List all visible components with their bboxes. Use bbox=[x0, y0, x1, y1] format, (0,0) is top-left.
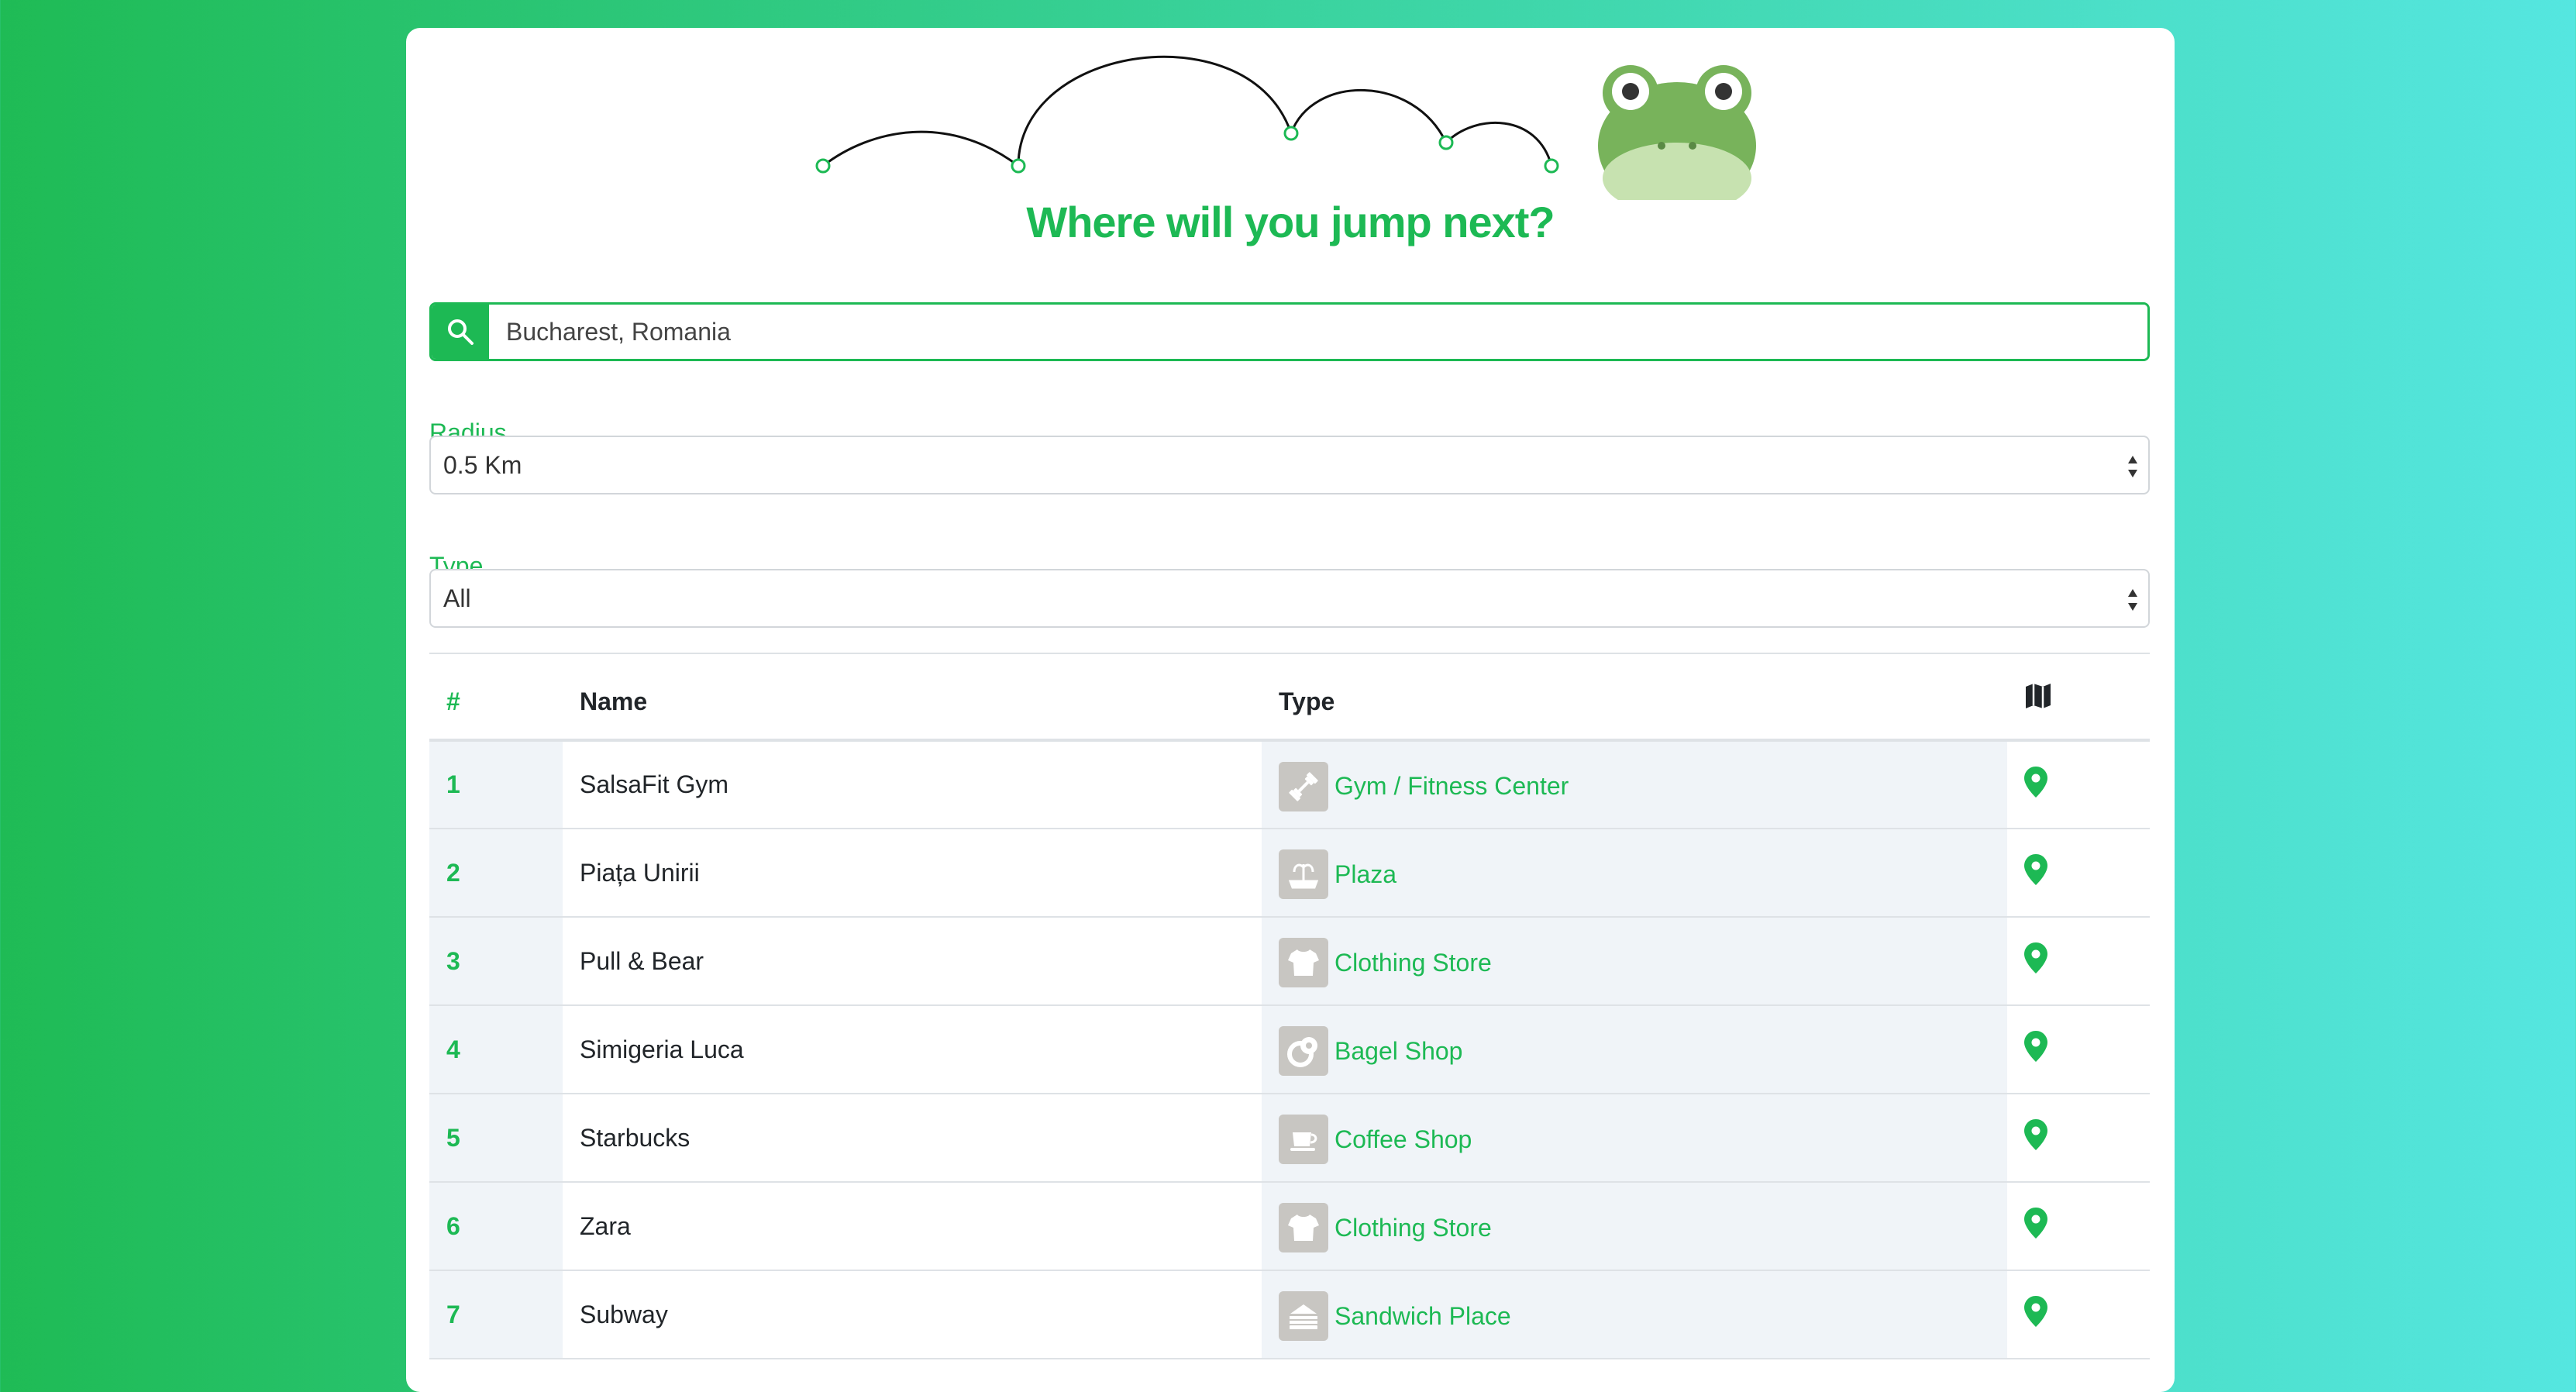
row-number: 1 bbox=[429, 740, 563, 829]
place-name: Starbucks bbox=[580, 1123, 690, 1152]
map-pin-icon[interactable] bbox=[2024, 1031, 2047, 1062]
place-type-cell: Clothing Store bbox=[1262, 917, 2007, 1005]
search-icon bbox=[448, 319, 474, 345]
place-type-cell: Bagel Shop bbox=[1262, 1005, 2007, 1094]
radius-select-value: 0.5 Km bbox=[443, 450, 522, 479]
place-name: Piața Unirii bbox=[580, 858, 700, 887]
shirt-icon bbox=[1279, 1203, 1328, 1252]
map-icon bbox=[2026, 684, 2051, 708]
row-number: 6 bbox=[429, 1182, 563, 1270]
place-type-link[interactable]: Gym / Fitness Center bbox=[1334, 772, 1569, 801]
map-cell bbox=[2007, 829, 2150, 917]
bagel-icon bbox=[1279, 1026, 1328, 1076]
place-name: Pull & Bear bbox=[580, 946, 704, 975]
shirt-icon bbox=[1279, 938, 1328, 987]
map-pin-icon[interactable] bbox=[2024, 854, 2047, 885]
main-card: Where will you jump next? Radius 0.5 Km … bbox=[406, 28, 2175, 1392]
map-cell bbox=[2007, 1182, 2150, 1270]
map-pin-icon[interactable] bbox=[2024, 1296, 2047, 1327]
radius-select[interactable]: 0.5 Km bbox=[429, 436, 2150, 494]
place-type-link[interactable]: Bagel Shop bbox=[1334, 1037, 1462, 1066]
map-cell bbox=[2007, 1005, 2150, 1094]
places-table: # Name Type 1 SalsaFit Gym Gym / Fitness C… bbox=[429, 653, 2150, 1359]
map-cell bbox=[2007, 1094, 2150, 1182]
place-type-cell: Gym / Fitness Center bbox=[1262, 740, 2007, 829]
place-type-link[interactable]: Coffee Shop bbox=[1334, 1125, 1472, 1154]
map-pin-icon[interactable] bbox=[2024, 766, 2047, 798]
table-row: 1 SalsaFit Gym Gym / Fitness Center bbox=[429, 740, 2150, 829]
map-pin-icon[interactable] bbox=[2024, 942, 2047, 973]
table-row: 4 Simigeria Luca Bagel Shop bbox=[429, 1005, 2150, 1094]
row-number: 2 bbox=[429, 829, 563, 917]
column-header-number: # bbox=[446, 687, 460, 715]
place-type-cell: Clothing Store bbox=[1262, 1182, 2007, 1270]
sandwich-icon bbox=[1279, 1291, 1328, 1341]
table-row: 6 Zara Clothing Store bbox=[429, 1182, 2150, 1270]
place-type-link[interactable]: Plaza bbox=[1334, 860, 1396, 889]
type-select[interactable]: All bbox=[429, 569, 2150, 628]
search-input[interactable] bbox=[489, 305, 2147, 359]
table-row: 2 Piața Unirii Plaza bbox=[429, 829, 2150, 917]
map-cell bbox=[2007, 1270, 2150, 1359]
table-row: 5 Starbucks Coffee Shop bbox=[429, 1094, 2150, 1182]
place-type-cell: Sandwich Place bbox=[1262, 1270, 2007, 1359]
table-header-row: # Name Type bbox=[429, 653, 2150, 740]
dumbbell-icon bbox=[1279, 761, 1328, 811]
frog-icon bbox=[1598, 65, 1756, 200]
place-name: Zara bbox=[580, 1211, 631, 1240]
select-arrows-icon bbox=[2128, 456, 2137, 477]
row-number: 7 bbox=[429, 1270, 563, 1359]
row-number: 3 bbox=[429, 917, 563, 1005]
map-pin-icon[interactable] bbox=[2024, 1119, 2047, 1150]
row-number: 4 bbox=[429, 1005, 563, 1094]
coffee-cup-icon bbox=[1279, 1115, 1328, 1164]
place-name: Subway bbox=[580, 1300, 668, 1328]
column-header-type: Type bbox=[1279, 687, 1335, 715]
place-name: SalsaFit Gym bbox=[580, 770, 729, 798]
map-cell bbox=[2007, 917, 2150, 1005]
column-header-map bbox=[2007, 653, 2150, 740]
map-pin-icon[interactable] bbox=[2024, 1208, 2047, 1239]
select-arrows-icon bbox=[2128, 589, 2137, 611]
place-name: Simigeria Luca bbox=[580, 1035, 744, 1063]
search-button[interactable] bbox=[432, 305, 489, 359]
place-type-cell: Coffee Shop bbox=[1262, 1094, 2007, 1182]
fountain-icon bbox=[1279, 849, 1328, 899]
place-type-link[interactable]: Clothing Store bbox=[1334, 949, 1492, 977]
location-search bbox=[429, 302, 2150, 361]
place-type-link[interactable]: Clothing Store bbox=[1334, 1214, 1492, 1242]
column-header-name: Name bbox=[580, 687, 648, 715]
row-number: 5 bbox=[429, 1094, 563, 1182]
map-cell bbox=[2007, 740, 2150, 829]
place-type-link[interactable]: Sandwich Place bbox=[1334, 1302, 1511, 1331]
table-row: 7 Subway Sandwich Place bbox=[429, 1270, 2150, 1359]
page-title: Where will you jump next? bbox=[1026, 198, 1555, 246]
type-select-value: All bbox=[443, 584, 471, 612]
place-type-cell: Plaza bbox=[1262, 829, 2007, 917]
table-row: 3 Pull & Bear Clothing Store bbox=[429, 917, 2150, 1005]
jump-trail-illustration bbox=[815, 55, 1559, 174]
